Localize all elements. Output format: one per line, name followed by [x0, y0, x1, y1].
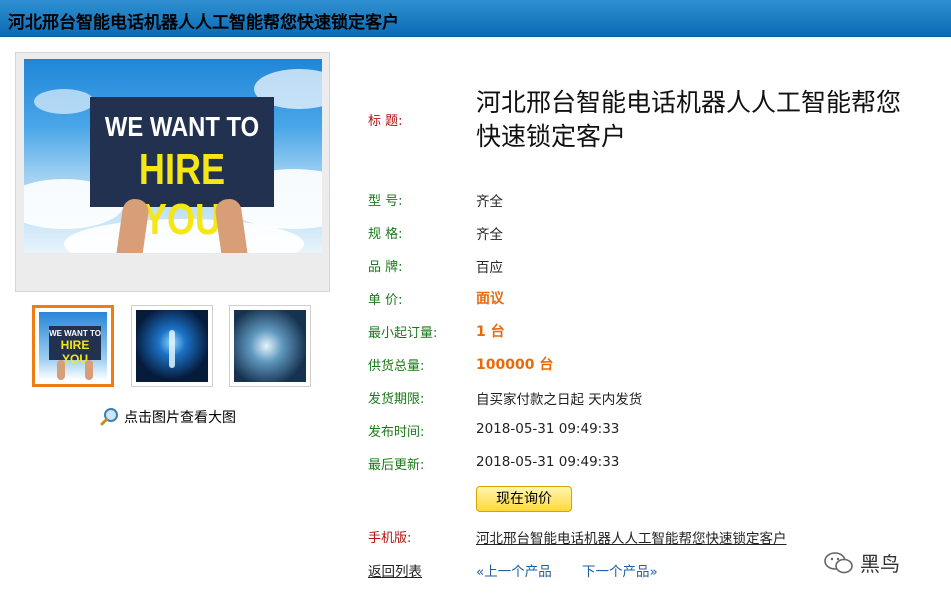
price-label: 单 价:	[368, 293, 403, 308]
brand-label: 品 牌:	[368, 260, 403, 275]
model-value: 齐全	[476, 194, 503, 210]
last-update-value: 2018-05-31 09:49:33	[476, 454, 620, 470]
mobile-version-label: 手机版:	[368, 531, 412, 546]
thumb-text-line1: WE WANT TO	[49, 329, 101, 338]
title-label: 标 题:	[368, 114, 403, 129]
back-to-list-link[interactable]: 返回列表	[368, 560, 422, 580]
delivery-term-value: 自买家付款之日起 天内发货	[476, 392, 643, 408]
thumbnail-1[interactable]: WE WANT TO HIRE YOU	[32, 305, 114, 387]
min-order-value: 1 台	[476, 324, 505, 340]
wechat-watermark: 黑鸟	[824, 548, 900, 577]
publish-time-label: 发布时间:	[368, 425, 425, 440]
sign-text-line1: WE WANT TO	[104, 111, 260, 142]
previous-product-link[interactable]: «上一个产品	[476, 560, 552, 580]
price-value: 面议	[476, 291, 504, 307]
watermark-text: 黑鸟	[860, 552, 900, 576]
view-large-image-label: 点击图片查看大图	[124, 410, 236, 426]
min-order-label: 最小起订量:	[368, 326, 438, 341]
page-title: 河北邢台智能电话机器人人工智能帮您快速锁定客户	[8, 13, 399, 33]
last-update-label: 最后更新:	[368, 458, 425, 473]
top-title-bar: 河北邢台智能电话机器人人工智能帮您快速锁定客户	[0, 0, 951, 37]
delivery-term-label: 发货期限:	[368, 392, 425, 407]
thumbnail-3[interactable]	[229, 305, 311, 387]
spec-label: 规 格:	[368, 227, 403, 242]
main-product-image[interactable]: WE WANT TO HIRE YOU	[24, 59, 322, 253]
mobile-version-link[interactable]: 河北邢台智能电话机器人人工智能帮您快速锁定客户	[476, 527, 787, 547]
hire-sign: WE WANT TO HIRE YOU	[90, 97, 274, 244]
thumbnail-2[interactable]	[131, 305, 213, 387]
inquire-now-button[interactable]: 现在询价	[476, 486, 572, 512]
supply-total-label: 供货总量:	[368, 359, 425, 374]
wechat-icon	[824, 551, 853, 573]
magnifier-icon	[100, 408, 118, 426]
model-label: 型 号:	[368, 194, 403, 209]
product-title: 河北邢台智能电话机器人人工智能帮您快速锁定客户	[476, 88, 902, 151]
main-image-frame[interactable]: WE WANT TO HIRE YOU	[15, 52, 330, 292]
publish-time-value: 2018-05-31 09:49:33	[476, 421, 620, 437]
spec-value: 齐全	[476, 227, 503, 243]
brand-value: 百应	[476, 260, 503, 276]
view-large-image-link[interactable]: 点击图片查看大图	[100, 407, 236, 427]
next-product-link[interactable]: 下一个产品»	[582, 560, 658, 580]
supply-total-value: 100000 台	[476, 357, 554, 373]
